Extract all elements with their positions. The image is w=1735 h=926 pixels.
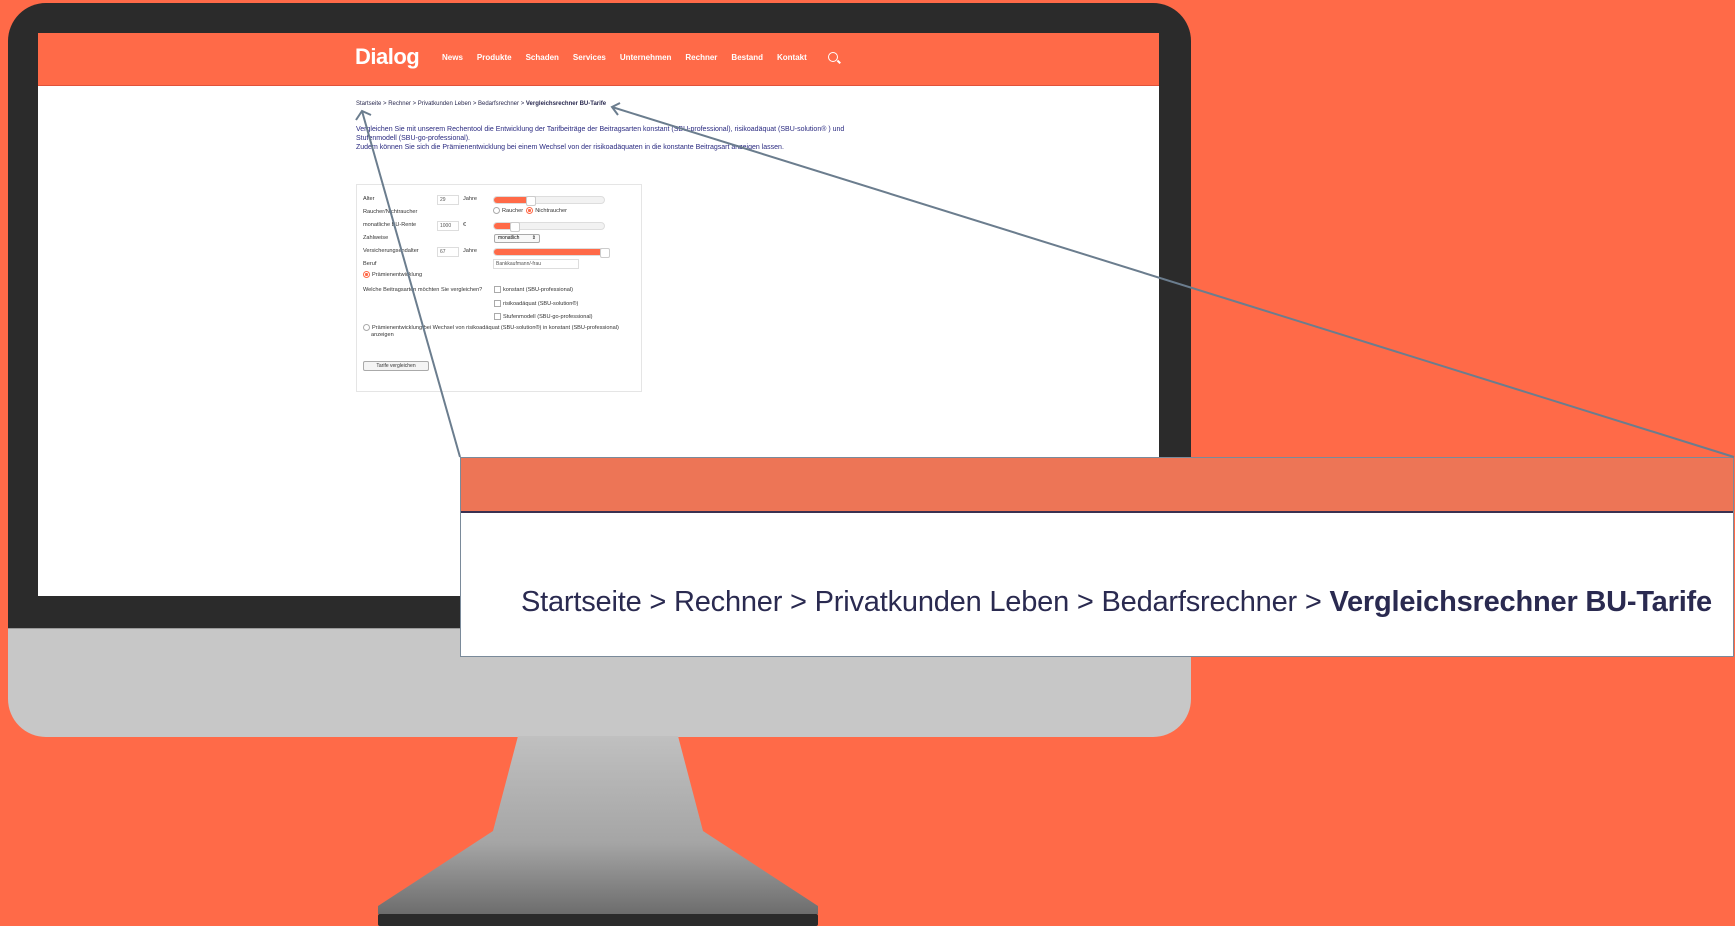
breadcrumb-separator: > [790, 586, 807, 618]
beruf-input[interactable]: Bankkaufmann/-frau [493, 259, 579, 269]
option-stufen: Stufenmodell (SBU-go-professional) [494, 313, 593, 320]
breadcrumb-separator: > [412, 101, 417, 107]
wechsel-radio[interactable] [363, 324, 370, 331]
breadcrumb-item[interactable]: Privatkunden Leben [815, 586, 1070, 618]
konstant-checkbox[interactable] [494, 286, 501, 293]
breadcrumb-current: Vergleichsrechner BU-Tarife [525, 101, 607, 107]
select-arrows-icon: ⇕ [531, 235, 536, 241]
alter-label: Alter [363, 196, 375, 202]
praemie-radio-label: Prämienentwicklung [372, 271, 423, 278]
breadcrumb-item[interactable]: Startseite [356, 101, 381, 107]
endalter-slider-fill [494, 249, 605, 255]
breadcrumb-separator: > [1304, 586, 1322, 618]
breadcrumb-item[interactable]: Bedarfsrechner [478, 101, 519, 107]
risiko-label: risikoadäquat (SBU-solution®) [503, 300, 579, 307]
beruf-label: Beruf [363, 261, 377, 267]
search-icon[interactable] [828, 52, 838, 62]
breadcrumb-separator: > [649, 586, 667, 618]
option-risiko: risikoadäquat (SBU-solution®) [494, 300, 578, 307]
breadcrumb-separator: > [383, 101, 387, 107]
breadcrumb-item[interactable]: Rechner [674, 586, 782, 618]
breadcrumb-zoom-callout: Startseite > Rechner > Privatkunden Lebe… [460, 457, 1734, 657]
main-menu: News Produkte Schaden Services Unternehm… [442, 53, 807, 62]
stand-body [378, 736, 818, 914]
breadcrumb-item[interactable]: Bedarfsrechner [1102, 586, 1298, 618]
monitor-stand [378, 736, 818, 914]
calculator-form: Alter 29 Jahre Raucher/Nichtraucher Rauc… [356, 184, 642, 392]
breadcrumb-item[interactable]: Privatkunden Leben [418, 101, 471, 107]
nichtraucher-radio[interactable] [526, 207, 534, 214]
alter-input[interactable]: 29 [437, 195, 459, 205]
rente-label: monatliche BU-Rente [363, 222, 417, 228]
nav-item-kontakt[interactable]: Kontakt [777, 53, 807, 62]
nav-item-rechner[interactable]: Rechner [685, 53, 717, 62]
wechsel-option: Prämienentwicklung bei Wechsel von risik… [363, 324, 619, 339]
intro-line: Vergleichen Sie mit unserem Rechentool d… [356, 126, 845, 142]
nav-item-produkte[interactable]: Produkte [477, 53, 512, 62]
dialog-logo[interactable]: Dialog [355, 44, 420, 70]
praemie-radio[interactable] [363, 271, 370, 278]
stufen-checkbox[interactable] [494, 313, 501, 320]
alter-unit: Jahre [463, 196, 477, 202]
nav-item-unternehmen[interactable]: Unternehmen [620, 53, 672, 62]
breadcrumb-current: Vergleichsrechner BU-Tarife [1329, 586, 1712, 618]
vergleich-label: Welche Beitragsarten möchten Sie verglei… [363, 287, 483, 293]
raucher-label: Raucher/Nichtraucher [363, 209, 418, 215]
intro-text: Vergleichen Sie mit unserem Rechentool d… [356, 125, 876, 152]
alter-slider-knob[interactable] [526, 196, 537, 206]
nav-item-services[interactable]: Services [573, 53, 606, 62]
zahlweise-select[interactable]: monatlich ⇕ [494, 234, 540, 243]
nichtraucher-option-label: Nichtraucher [535, 207, 567, 214]
endalter-slider-knob[interactable] [600, 248, 610, 258]
nav-item-news[interactable]: News [442, 53, 463, 62]
zahlweise-label: Zahlweise [363, 235, 389, 241]
alter-slider[interactable] [493, 196, 605, 206]
breadcrumb-item[interactable]: Startseite [521, 586, 642, 618]
zoom-header-bar [461, 458, 1733, 513]
wechsel-label: Prämienentwicklung bei Wechsel von risik… [372, 324, 619, 331]
alter-slider-fill [494, 197, 531, 203]
intro-line: Zudem können Sie sich die Prämienentwick… [356, 144, 784, 151]
monitor-foot [378, 914, 818, 926]
option-konstant: konstant (SBU-professional) [494, 286, 573, 293]
wechsel-label-cont: anzeigen [371, 331, 394, 338]
breadcrumb-separator: > [1076, 586, 1094, 618]
endalter-unit: Jahre [463, 248, 477, 254]
nav-item-schaden[interactable]: Schaden [526, 53, 559, 62]
praemie-option: Prämienentwicklung [363, 271, 422, 278]
risiko-checkbox[interactable] [494, 300, 501, 307]
zahlweise-selected: monatlich [498, 235, 520, 241]
rente-slider[interactable] [493, 222, 605, 232]
raucher-options: Raucher Nichtraucher [493, 207, 567, 214]
konstant-label: konstant (SBU-professional) [503, 286, 573, 293]
tarife-vergleichen-button[interactable]: Tarife vergleichen [363, 361, 429, 371]
raucher-option-label: Raucher [502, 207, 524, 214]
stufen-label: Stufenmodell (SBU-go-professional) [503, 313, 593, 320]
breadcrumb-separator: > [472, 101, 477, 107]
breadcrumb-separator: > [520, 101, 525, 107]
endalter-slider[interactable] [493, 248, 610, 258]
endalter-input[interactable]: 67 [437, 247, 459, 257]
rente-input[interactable]: 1000 [437, 221, 459, 231]
rente-unit: € [463, 222, 467, 228]
raucher-radio[interactable] [493, 207, 500, 214]
rente-slider-knob[interactable] [509, 222, 520, 232]
endalter-label: Versicherungsendalter [363, 248, 419, 254]
breadcrumb-item[interactable]: Rechner [388, 101, 411, 107]
breadcrumb: Startseite > Rechner > Privatkunden Lebe… [356, 101, 606, 107]
zoomed-breadcrumb: Startseite > Rechner > Privatkunden Lebe… [521, 586, 1712, 619]
top-nav: Dialog News Produkte Schaden Services Un… [38, 33, 1159, 86]
nav-item-bestand[interactable]: Bestand [731, 53, 763, 62]
